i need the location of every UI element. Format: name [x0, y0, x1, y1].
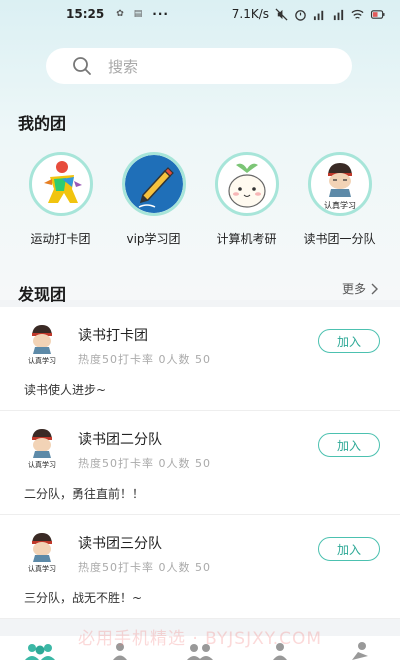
watermark: 必用手机精选 · BYJSJXY.COM [77, 629, 323, 649]
group-description: 二分队，勇往直前！！ [24, 487, 145, 501]
wifi-icon [351, 9, 364, 19]
study-boy-avatar: 认真学习 [307, 152, 372, 216]
join-button[interactable]: 加入 [318, 433, 380, 457]
discover-title: 发现团 [18, 285, 67, 304]
study-boy-thumb: 认真学习 [28, 533, 56, 573]
my-group-name: 计算机考研 [216, 232, 277, 246]
my-group-item[interactable]: 运动打卡团 [14, 152, 107, 247]
search-bar[interactable]: 搜索 [46, 48, 352, 84]
alarm-icon [295, 9, 306, 21]
group-stats: 热度50打卡率 0人数 50 [78, 561, 211, 574]
group-stats: 热度50打卡率 0人数 50 [78, 353, 211, 366]
my-group-name: vip学习团 [126, 232, 181, 246]
my-groups-list: 运动打卡团 vip学习团 计算机考研 认真学习 读书团一分队 [14, 152, 386, 247]
mute-icon [275, 7, 288, 21]
app-notification-icon: ✿ [116, 9, 124, 19]
discover-list: 认真学习 读书打卡团 热度50打卡率 0人数 50 读书使人进步~ 加入 认真学… [0, 307, 400, 619]
my-groups-title: 我的团 [18, 114, 67, 133]
header-background [0, 0, 400, 300]
thumb-caption: 认真学习 [28, 460, 56, 469]
my-group-name: 运动打卡团 [30, 232, 91, 246]
group-stats: 热度50打卡率 0人数 50 [78, 457, 211, 470]
group-description: 三分队，战无不胜！~ [24, 591, 143, 605]
signal-icon [313, 10, 324, 20]
join-button[interactable]: 加入 [318, 537, 380, 561]
message-notification-icon: ▤ [133, 9, 143, 19]
study-boy-thumb: 认真学习 [28, 429, 56, 469]
join-button[interactable]: 加入 [318, 329, 380, 353]
battery-icon [370, 9, 385, 19]
my-group-item[interactable]: 计算机考研 [200, 152, 293, 247]
my-group-item[interactable]: 认真学习 读书团一分队 [293, 152, 386, 247]
search-input[interactable]: 搜索 [108, 56, 138, 77]
my-group-name: 读书团一分队 [303, 232, 376, 246]
group-title: 读书打卡团 [78, 328, 148, 344]
chevron-right-icon [371, 283, 378, 294]
status-time: 15:25 [66, 7, 105, 21]
group-title: 读书团三分队 [78, 536, 162, 552]
group-description: 读书使人进步~ [24, 383, 107, 397]
list-item[interactable]: 认真学习 读书团三分队 热度50打卡率 0人数 50 三分队，战无不胜！~ 加入 [0, 515, 400, 619]
hd-signal-icon [333, 9, 344, 20]
status-bar: 15:25 ✿ ▤ ··· 7.1K/s [0, 0, 400, 28]
more-notifications-icon: ··· [152, 7, 169, 21]
runner-avatar [28, 152, 93, 216]
search-icon [73, 57, 91, 75]
list-item[interactable]: 认真学习 读书打卡团 热度50打卡率 0人数 50 读书使人进步~ 加入 [0, 307, 400, 411]
cartoon-sprout-avatar [214, 152, 279, 216]
list-item[interactable]: 认真学习 读书团二分队 热度50打卡率 0人数 50 二分队，勇往直前！！ 加入 [0, 411, 400, 515]
my-group-item[interactable]: vip学习团 [107, 152, 200, 247]
pencil-avatar [121, 152, 186, 216]
svg-text:认真学习: 认真学习 [324, 200, 356, 210]
group-title: 读书团二分队 [78, 432, 162, 448]
study-boy-thumb: 认真学习 [28, 325, 56, 365]
network-speed: 7.1K/s [231, 7, 269, 21]
more-label: 更多 [341, 282, 366, 296]
thumb-caption: 认真学习 [28, 564, 56, 573]
thumb-caption: 认真学习 [28, 356, 56, 365]
status-right: 7.1K/s [232, 7, 386, 21]
more-link[interactable]: 更多 [342, 280, 378, 297]
